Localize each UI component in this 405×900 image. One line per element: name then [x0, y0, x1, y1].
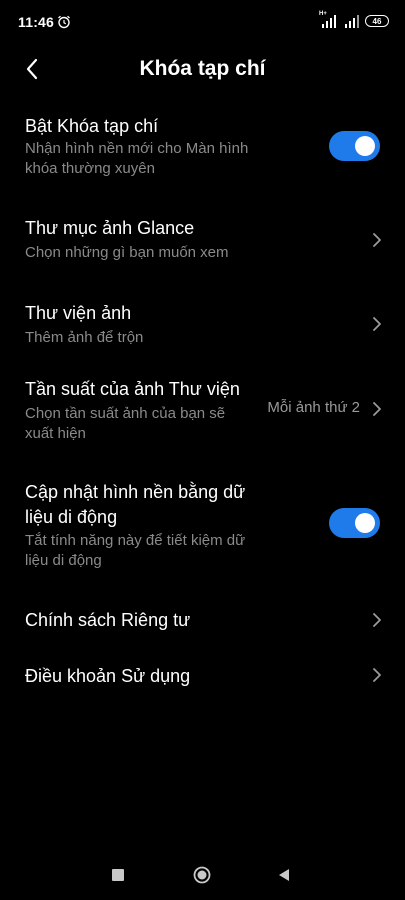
signal-bars-icon [345, 15, 359, 28]
enable-lock-toggle[interactable] [329, 131, 380, 161]
setting-gallery-frequency[interactable]: Tần suất của ảnh Thư viện Chọn tần suất … [0, 373, 405, 449]
setting-title: Cập nhật hình nền bằng dữ [25, 482, 246, 502]
setting-terms-of-use[interactable]: Điều khoản Sử dụng [0, 660, 405, 692]
setting-subtitle: khóa thường xuyên [25, 160, 155, 177]
signal-1: H+ [319, 11, 337, 28]
setting-privacy-policy[interactable]: Chính sách Riêng tư [0, 604, 405, 636]
chevron-right-icon [373, 317, 381, 331]
setting-title: Thư mục ảnh Glance [25, 218, 195, 238]
frequency-value: Mỗi ảnh thứ 2 [267, 399, 360, 416]
toggle-knob [355, 513, 375, 533]
setting-subtitle: xuất hiện [25, 425, 86, 442]
chevron-right-icon [373, 233, 381, 247]
chevron-right-icon [373, 668, 381, 682]
battery-level: 46 [372, 16, 382, 26]
setting-title: Tần suất của ảnh Thư viện [25, 379, 240, 399]
home-circle-icon[interactable] [193, 866, 211, 884]
signal-bars-icon [322, 15, 336, 28]
toggle-knob [355, 136, 375, 156]
status-time: 11:46 [18, 14, 55, 30]
setting-subtitle: Nhận hình nền mới cho Màn hình [25, 140, 249, 157]
setting-subtitle: Chọn những gì bạn muốn xem [25, 244, 229, 261]
page-title: Khóa tạp chí [139, 57, 266, 80]
setting-title: Bật Khóa tạp chí [25, 116, 159, 136]
back-triangle-icon[interactable] [278, 868, 290, 882]
setting-title: Chính sách Riêng tư [25, 610, 191, 630]
recents-square-icon[interactable] [112, 869, 124, 881]
setting-glance-folders[interactable]: Thư mục ảnh Glance Chọn những gì bạn muố… [0, 212, 405, 268]
setting-enable-lock[interactable]: Bật Khóa tạp chí Nhận hình nền mới cho M… [0, 110, 405, 188]
setting-subtitle: Thêm ảnh để trộn [25, 329, 144, 346]
setting-title: Điều khoản Sử dụng [25, 666, 191, 686]
mobile-data-toggle[interactable] [329, 508, 380, 538]
setting-subtitle: Tắt tính năng này để tiết kiệm dữ [25, 532, 246, 549]
status-icons: H+ 46 [319, 11, 389, 29]
status-bar: 11:46 H+ 46 [0, 0, 405, 44]
navigation-bar [0, 850, 405, 900]
setting-title: Thư viện ảnh [25, 303, 132, 323]
setting-subtitle: liệu di động [25, 552, 102, 569]
chevron-right-icon [373, 613, 381, 627]
setting-mobile-data-update[interactable]: Cập nhật hình nền bằng dữ liệu di động T… [0, 476, 405, 576]
battery-icon: 46 [365, 15, 389, 27]
header: Khóa tạp chí [0, 44, 405, 94]
setting-subtitle: Chọn tần suất ảnh của bạn sẽ [25, 405, 226, 422]
chevron-right-icon [373, 402, 381, 416]
alarm-icon [58, 15, 70, 29]
setting-title: liệu di động [25, 507, 118, 527]
setting-gallery[interactable]: Thư viện ảnh Thêm ảnh để trộn [0, 297, 405, 353]
